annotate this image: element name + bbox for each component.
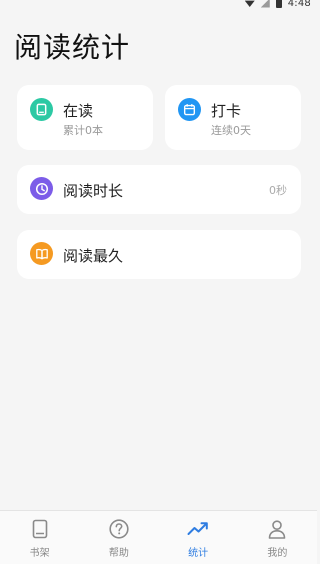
checkin-title: 打卡 bbox=[211, 102, 242, 120]
nav-label-mine: 我的 bbox=[267, 548, 288, 559]
checkin-subtitle: 连续0天 bbox=[211, 124, 251, 137]
clock-icon bbox=[30, 177, 53, 200]
bookshelf-icon bbox=[32, 519, 47, 539]
duration-card[interactable]: 阅读时长 0秒 bbox=[17, 165, 301, 214]
nav-label-bookshelf: 书架 bbox=[29, 548, 50, 559]
screen: 4:48 阅读统计 在读 累计0本 打卡 连续0天 阅读时长 0秒 阅读最久 书… bbox=[0, 0, 317, 564]
open-book-icon bbox=[30, 242, 53, 265]
bottom-nav: 书架 帮助 统计 我的 bbox=[0, 510, 317, 564]
nav-item-mine[interactable]: 我的 bbox=[238, 511, 317, 564]
checkin-card[interactable]: 打卡 连续0天 bbox=[165, 85, 301, 150]
person-icon bbox=[269, 520, 286, 539]
page-title: 阅读统计 bbox=[14, 31, 131, 64]
signal-icon bbox=[260, 0, 270, 8]
reading-title: 在读 bbox=[63, 102, 94, 120]
duration-value: 0秒 bbox=[269, 184, 287, 197]
trend-icon bbox=[187, 522, 208, 535]
status-time: 4:48 bbox=[287, 0, 311, 9]
reading-subtitle: 累计0本 bbox=[63, 124, 103, 137]
nav-label-stats: 统计 bbox=[188, 548, 209, 559]
battery-icon bbox=[275, 0, 282, 8]
duration-title: 阅读时长 bbox=[63, 182, 124, 200]
nav-item-bookshelf[interactable]: 书架 bbox=[0, 511, 79, 564]
help-icon bbox=[109, 519, 129, 539]
calendar-icon bbox=[178, 98, 201, 121]
nav-item-stats[interactable]: 统计 bbox=[159, 511, 238, 564]
book-icon bbox=[30, 98, 53, 121]
wifi-icon bbox=[244, 0, 255, 7]
nav-label-help: 帮助 bbox=[108, 548, 129, 559]
longest-card[interactable]: 阅读最久 bbox=[17, 230, 301, 279]
longest-title: 阅读最久 bbox=[63, 247, 124, 265]
status-bar: 4:48 bbox=[0, 0, 317, 10]
nav-item-help[interactable]: 帮助 bbox=[79, 511, 158, 564]
reading-card[interactable]: 在读 累计0本 bbox=[17, 85, 153, 150]
